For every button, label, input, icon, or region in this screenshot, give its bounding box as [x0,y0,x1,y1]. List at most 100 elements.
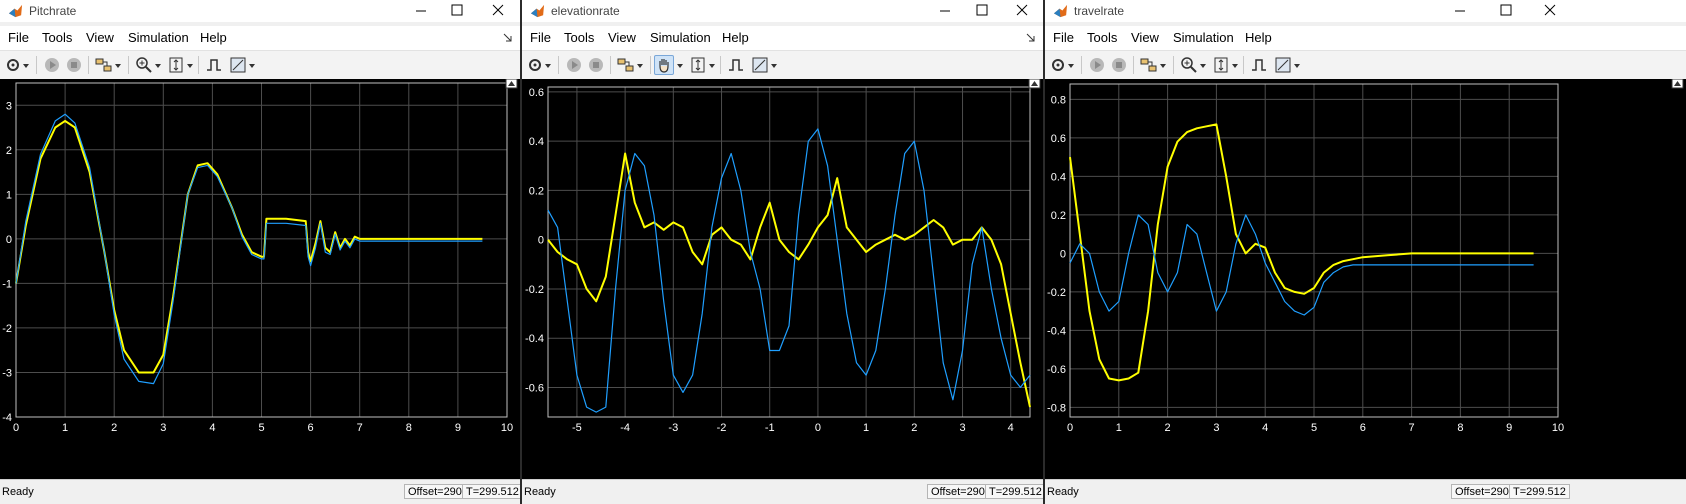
dropdown-arrow-icon [1160,64,1166,68]
elevationrate-chart[interactable]: -5 -4 -3 -2 -1 0 1 2 3 4 -0.6 -0.4 -0.2 0 0.2 0.4 0.6 [522,79,1043,480]
trigger-icon [1252,59,1266,71]
triggers-button[interactable] [726,55,746,75]
scale-axes-button[interactable] [1211,55,1231,75]
highlight-dropdown[interactable] [636,55,646,75]
plot-area[interactable]: -5 -4 -3 -2 -1 0 1 2 3 4 -0.6 -0.4 -0.2 0 0.2 0.4 0.6 [522,79,1043,504]
run-button[interactable] [1087,55,1107,75]
scale-axes-button[interactable] [688,55,708,75]
menu-file[interactable]: File [530,30,551,45]
cursor-measurements-button[interactable] [228,55,248,75]
highlight-block-icon [1140,58,1157,72]
stop-button[interactable] [1109,55,1129,75]
menu-simulation[interactable]: Simulation [650,30,711,45]
cursor-measurements-button[interactable] [750,55,770,75]
configuration-dropdown[interactable] [22,55,32,75]
zoom-button[interactable] [134,55,154,75]
toolbar-separator [720,56,721,74]
menu-collapse-arrow-icon[interactable] [502,32,514,44]
x-tick-label: -2 [717,422,727,434]
x-tick-label: 3 [160,422,166,434]
menu-view[interactable]: View [86,30,114,45]
plot-area[interactable]: 0 1 2 3 4 5 6 7 8 9 10 -4 -3 -2 -1 0 1 2 3 [0,79,520,504]
cursor-measurements-button[interactable] [1273,55,1293,75]
stop-button[interactable] [64,55,84,75]
zoom-button[interactable] [1179,55,1199,75]
configuration-dropdown[interactable] [1067,55,1077,75]
x-tick-label: 1 [1116,422,1122,434]
menu-help[interactable]: Help [1245,30,1272,45]
configuration-button[interactable] [1049,55,1069,75]
pan-button[interactable] [654,55,674,75]
dropdown-arrow-icon [771,64,777,68]
configuration-button[interactable] [4,55,24,75]
x-tick-label: 1 [863,422,869,434]
scale-dropdown[interactable] [708,55,718,75]
scale-dropdown[interactable] [1231,55,1241,75]
menu-help[interactable]: Help [722,30,749,45]
pan-dropdown[interactable] [676,55,686,75]
menu-tools[interactable]: Tools [564,30,594,45]
highlight-block-button[interactable] [1139,55,1159,75]
dropdown-arrow-icon [155,64,161,68]
triggers-button[interactable] [1249,55,1269,75]
zoom-dropdown[interactable] [154,55,164,75]
dropdown-arrow-icon [115,64,121,68]
x-tick-label: 0 [13,422,19,434]
toolbar-separator [1133,56,1134,74]
configuration-dropdown[interactable] [544,55,554,75]
y-tick-label: -0.4 [525,333,544,345]
menu-tools[interactable]: Tools [1087,30,1117,45]
x-tick-label: 8 [1457,422,1463,434]
scale-dropdown[interactable] [186,55,196,75]
minimize-button[interactable] [1437,0,1483,22]
triggers-button[interactable] [204,55,224,75]
menu-help[interactable]: Help [200,30,227,45]
toolbar-separator [88,56,89,74]
matlab-logo-icon [530,4,545,18]
highlight-block-button[interactable] [94,55,114,75]
title-bar[interactable]: elevationrate [522,0,1043,22]
pitchrate-chart[interactable]: 0 1 2 3 4 5 6 7 8 9 10 -4 -3 -2 -1 0 1 2 3 [0,79,520,480]
highlight-dropdown[interactable] [1159,55,1169,75]
scale-axes-button[interactable] [166,55,186,75]
menu-simulation[interactable]: Simulation [128,30,189,45]
measurement-icon [1275,57,1291,73]
scope-window-elevationrate: elevationrate File Tools View Simulation… [522,0,1043,504]
highlight-dropdown[interactable] [114,55,124,75]
menu-tools[interactable]: Tools [42,30,72,45]
gear-icon [7,59,19,71]
y-tick-label: 0 [1060,248,1066,260]
run-button[interactable] [564,55,584,75]
close-button[interactable] [475,0,520,22]
menu-file[interactable]: File [1053,30,1074,45]
travelrate-chart[interactable]: 0 1 2 3 4 5 6 7 8 9 10 -0.8 -0.6 -0.4 -0.2 0 0.2 0.4 0.6 0.… [1045,79,1686,480]
x-tick-label: 5 [1311,422,1317,434]
menu-simulation[interactable]: Simulation [1173,30,1234,45]
scope-window-travelrate: travelrate File Tools View Simulation He… [1045,0,1686,504]
window-title: elevationrate [551,4,620,18]
stop-button[interactable] [586,55,606,75]
menu-view[interactable]: View [1131,30,1159,45]
plot-area[interactable]: 0 1 2 3 4 5 6 7 8 9 10 -0.8 -0.6 -0.4 -0.2 0 0.2 0.4 0.6 0.… [1045,79,1686,504]
menu-collapse-arrow-icon[interactable] [1025,32,1037,44]
x-tick-label: 2 [111,422,117,434]
run-button[interactable] [42,55,62,75]
close-button[interactable] [999,0,1043,22]
x-tick-label: 9 [1506,422,1512,434]
highlight-block-button[interactable] [616,55,636,75]
dropdown-arrow-icon [1068,64,1074,68]
menu-file[interactable]: File [8,30,29,45]
y-tick-label: 0.6 [529,87,544,99]
title-bar[interactable]: travelrate [1045,0,1686,22]
maximize-button[interactable] [1483,0,1529,22]
measurement-dropdown[interactable] [248,55,258,75]
maximize-button[interactable] [434,0,480,22]
measurement-dropdown[interactable] [770,55,780,75]
configuration-button[interactable] [526,55,546,75]
measurement-dropdown[interactable] [1293,55,1303,75]
close-button[interactable] [1527,0,1573,22]
title-bar[interactable]: Pitchrate [0,0,520,22]
zoom-dropdown[interactable] [1199,55,1209,75]
menu-view[interactable]: View [608,30,636,45]
status-offset: Offset=290 [927,484,989,499]
